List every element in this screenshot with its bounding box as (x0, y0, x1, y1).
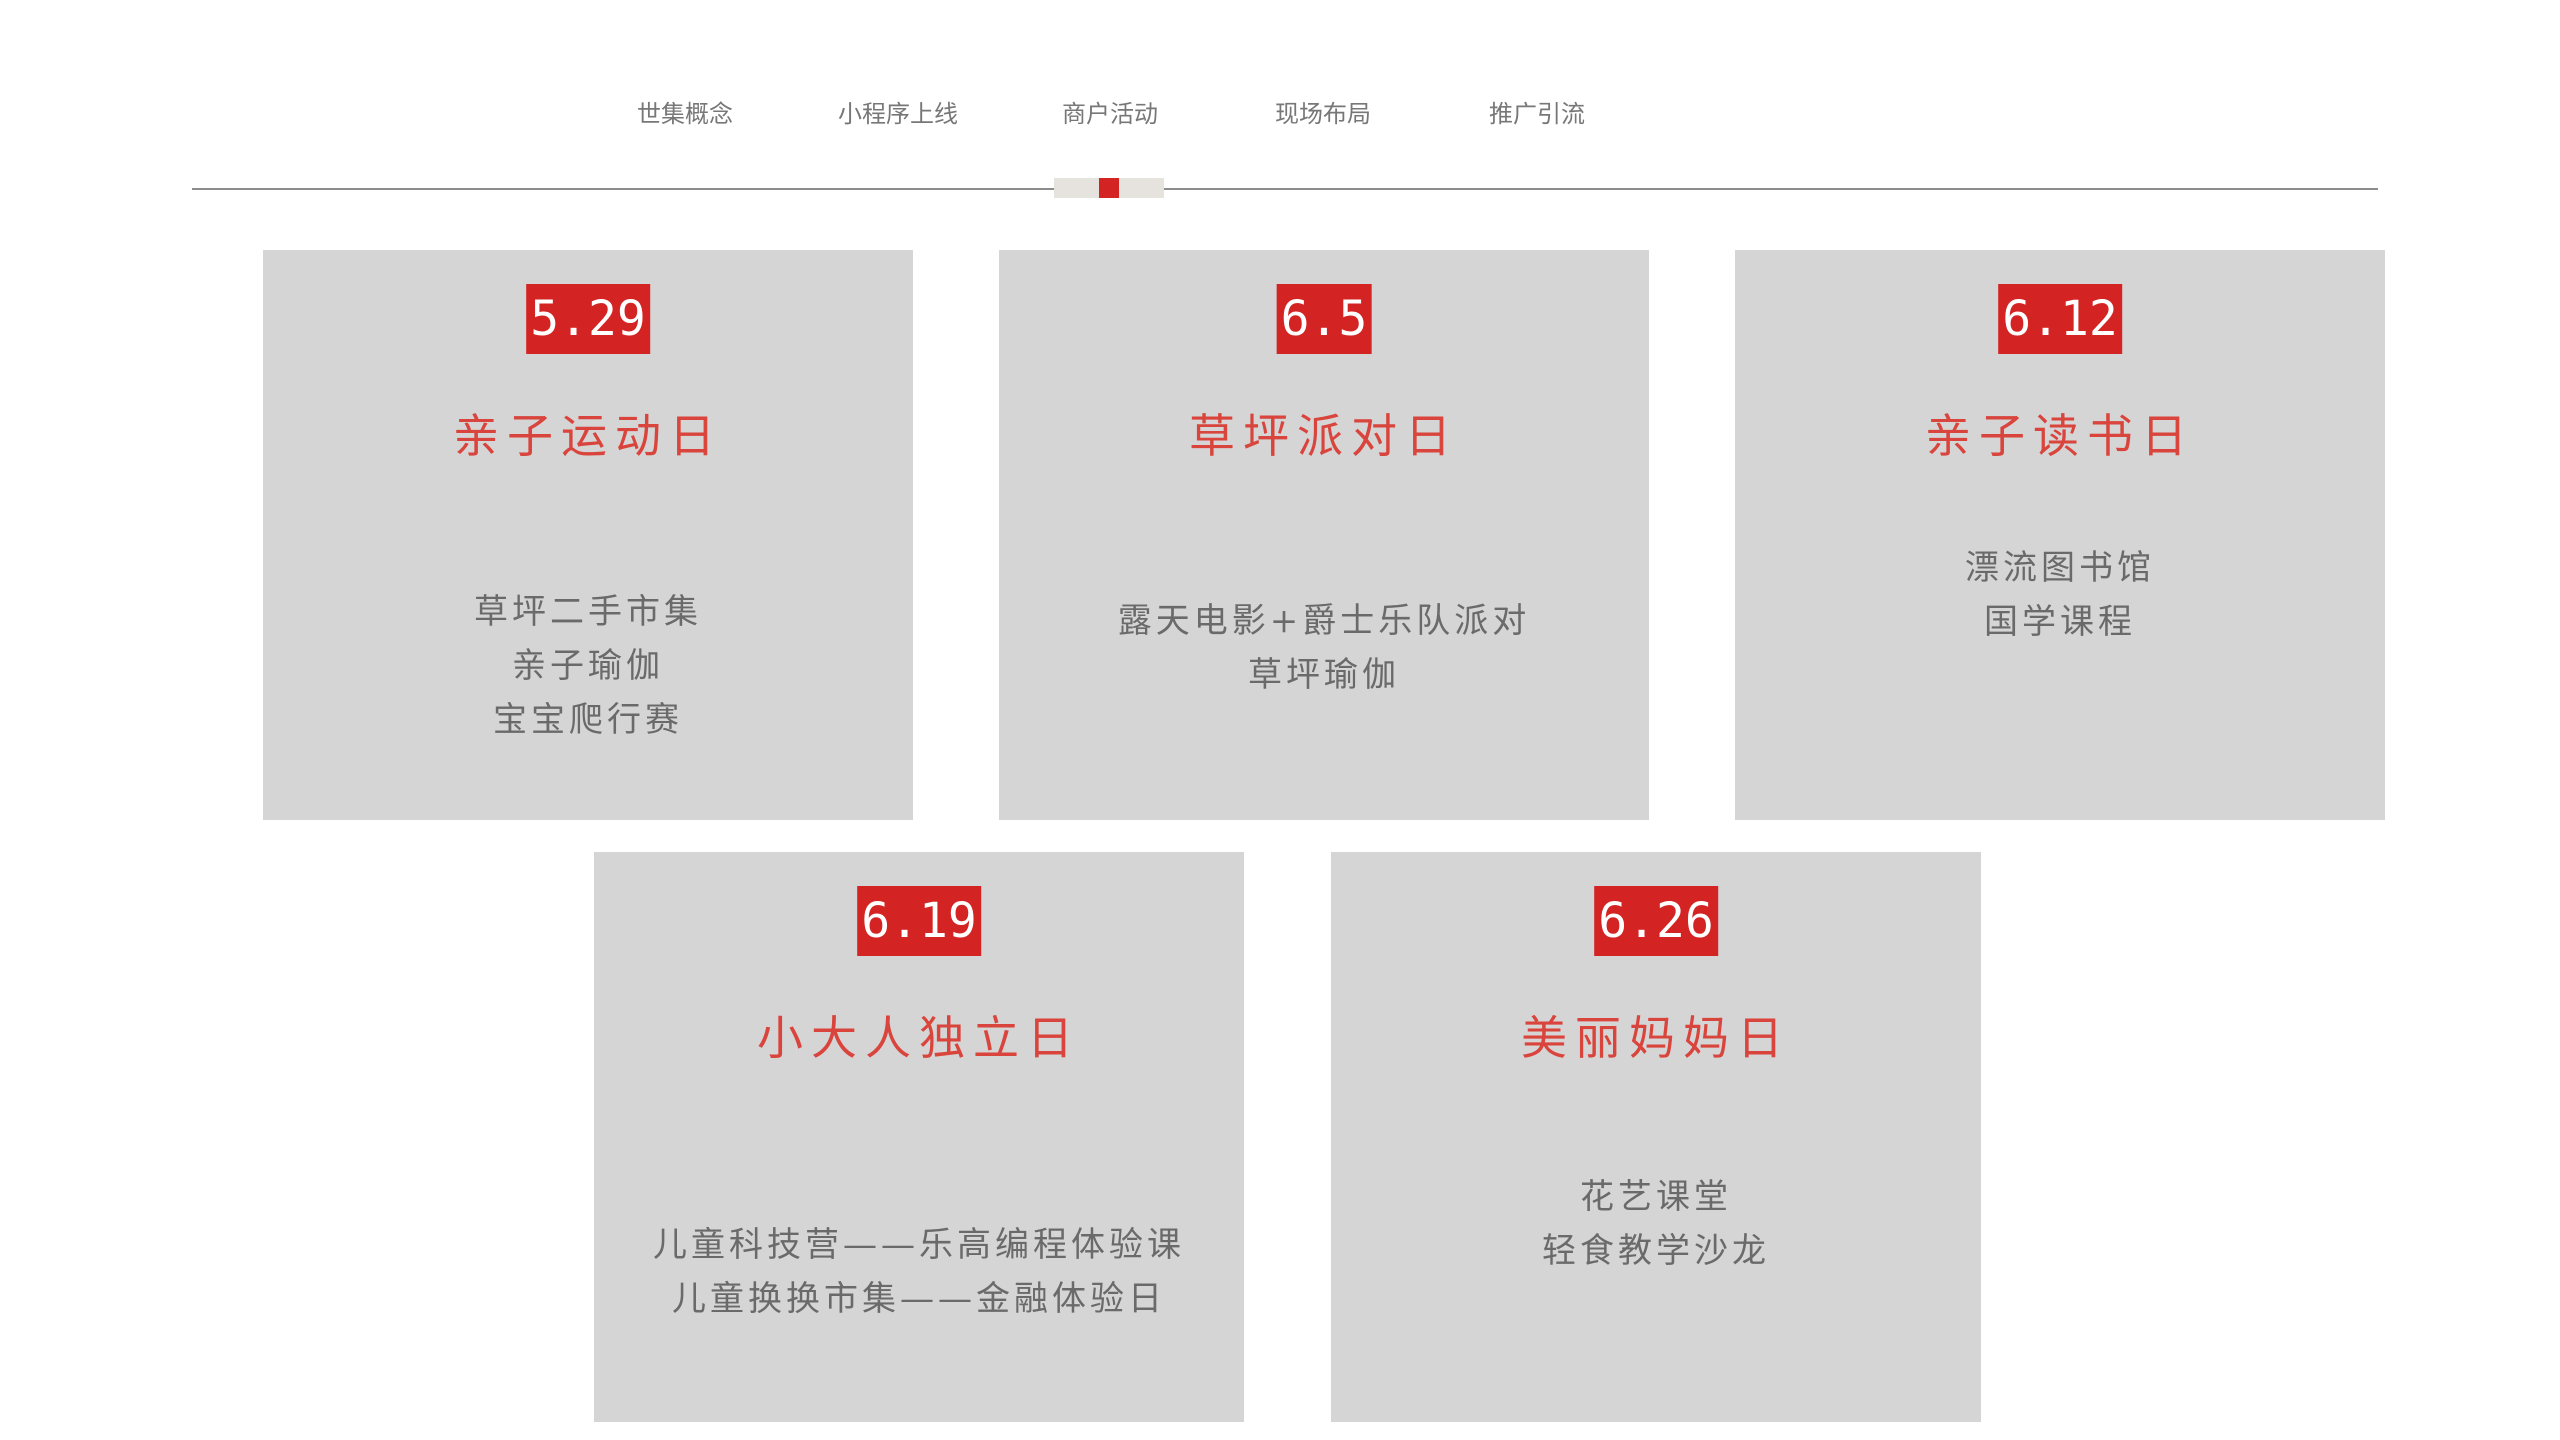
nav-active-dot (1099, 178, 1119, 198)
activity-item: 儿童换换市集——金融体验日 (672, 1279, 1166, 1319)
activity-item: 宝宝爬行赛 (493, 700, 683, 740)
activity-title: 草坪派对日 (1189, 409, 1459, 463)
nav-item-promotion[interactable]: 推广引流 (1447, 94, 1627, 129)
activity-card-6-12: 6.12 亲子读书日 漂流图书馆 国学课程 (1735, 250, 2385, 820)
nav-item-concept[interactable]: 世集概念 (595, 94, 775, 129)
top-nav: 世集概念 小程序上线 商户活动 现场布局 推广引流 (0, 94, 2560, 134)
nav-item-site-layout[interactable]: 现场布局 (1233, 94, 1413, 129)
activity-title: 亲子运动日 (453, 409, 723, 463)
nav-divider (192, 188, 2378, 190)
activity-item: 儿童科技营——乐高编程体验课 (653, 1225, 1185, 1265)
activity-title: 小大人独立日 (757, 1011, 1081, 1065)
activity-card-5-29: 5.29 亲子运动日 草坪二手市集 亲子瑜伽 宝宝爬行赛 (263, 250, 913, 820)
activity-items: 草坪二手市集 亲子瑜伽 宝宝爬行赛 (263, 585, 913, 747)
activity-item: 轻食教学沙龙 (1542, 1231, 1770, 1271)
activity-card-6-19: 6.19 小大人独立日 儿童科技营——乐高编程体验课 儿童换换市集——金融体验日 (594, 852, 1244, 1422)
activity-card-6-26: 6.26 美丽妈妈日 花艺课堂 轻食教学沙龙 (1331, 852, 1981, 1422)
date-badge: 6.5 (1276, 284, 1372, 354)
date-badge: 6.26 (1594, 886, 1718, 956)
nav-item-miniprogram[interactable]: 小程序上线 (808, 94, 988, 129)
date-badge: 6.12 (1998, 284, 2122, 354)
activity-item: 国学课程 (1984, 602, 2136, 642)
nav-item-merchant-activities[interactable]: 商户活动 (1020, 94, 1200, 129)
activity-item: 漂流图书馆 (1965, 548, 2155, 588)
activity-item: 草坪瑜伽 (1248, 655, 1400, 695)
activity-item: 草坪二手市集 (474, 592, 702, 632)
date-badge: 5.29 (526, 284, 650, 354)
activity-items: 漂流图书馆 国学课程 (1735, 541, 2385, 649)
activity-items: 露天电影+爵士乐队派对 草坪瑜伽 (999, 594, 1649, 702)
activity-items: 儿童科技营——乐高编程体验课 儿童换换市集——金融体验日 (594, 1218, 1244, 1326)
nav-active-indicator (1054, 178, 1164, 198)
activity-title: 美丽妈妈日 (1521, 1011, 1791, 1065)
activity-items: 花艺课堂 轻食教学沙龙 (1331, 1170, 1981, 1278)
activity-item: 亲子瑜伽 (512, 646, 664, 686)
activity-card-6-5: 6.5 草坪派对日 露天电影+爵士乐队派对 草坪瑜伽 (999, 250, 1649, 820)
activity-item: 露天电影+爵士乐队派对 (1117, 601, 1531, 641)
activity-item: 花艺课堂 (1580, 1177, 1732, 1217)
date-badge: 6.19 (857, 886, 981, 956)
activity-title: 亲子读书日 (1925, 409, 2195, 463)
